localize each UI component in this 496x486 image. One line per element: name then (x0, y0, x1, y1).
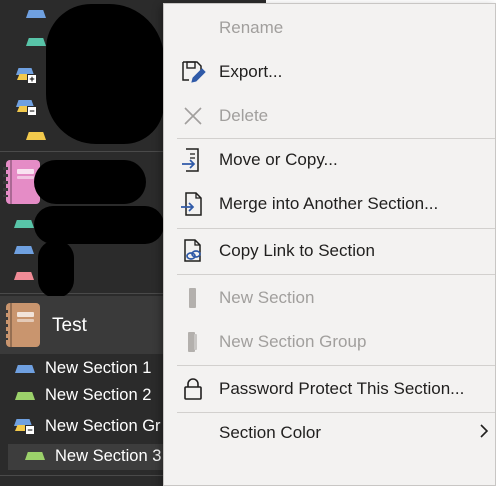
new-section-group-icon (180, 329, 206, 355)
section-tab-icon (14, 272, 34, 280)
menu-item-label: Delete (219, 106, 269, 125)
section-label: New Section 2 (45, 386, 152, 404)
export-icon (180, 59, 206, 85)
section-group-label: New Section Gr (45, 417, 161, 435)
section-group-icon: − (16, 100, 38, 116)
menu-item-label: Password Protect This Section... (219, 379, 465, 398)
delete-x-icon (180, 103, 206, 129)
redaction-mark (34, 206, 164, 244)
notebook-icon (3, 303, 40, 347)
menu-item-password-protect[interactable]: Password Protect This Section... (164, 367, 495, 409)
move-copy-icon (180, 147, 206, 173)
menu-item-section-color[interactable]: Section Color (164, 411, 495, 453)
menu-item-export[interactable]: Export... (164, 50, 495, 92)
menu-item-rename[interactable]: Rename (164, 6, 495, 48)
section-context-menu: Rename Export... Delete Move or Copy... … (163, 3, 496, 486)
menu-item-label: New Section (219, 288, 315, 307)
menu-item-merge[interactable]: Merge into Another Section... (164, 182, 495, 224)
chevron-right-icon (479, 423, 489, 444)
redaction-mark (46, 4, 164, 144)
section-label: New Section 1 (45, 359, 152, 377)
menu-item-label: Merge into Another Section... (219, 194, 439, 213)
menu-item-copy-link[interactable]: Copy Link to Section (164, 229, 495, 271)
menu-item-label: Export... (219, 62, 283, 81)
section-tab-icon (14, 220, 34, 228)
lock-icon (180, 376, 206, 402)
menu-item-delete[interactable]: Delete (164, 94, 495, 136)
menu-item-move-or-copy[interactable]: Move or Copy... (164, 138, 495, 180)
section-tab-icon (25, 452, 45, 460)
section-tab-icon (15, 392, 35, 400)
new-section-icon (180, 285, 206, 311)
section-tab-icon (15, 365, 35, 373)
link-icon (180, 238, 206, 264)
section-tab-icon (26, 10, 46, 18)
section-tab-icon (26, 38, 46, 46)
section-group-icon: + (16, 68, 38, 84)
redaction-mark (34, 160, 146, 204)
section-label: New Section 3 (55, 447, 162, 465)
menu-item-new-section[interactable]: New Section (164, 276, 495, 318)
merge-icon (180, 191, 206, 217)
menu-item-label: Move or Copy... (219, 150, 338, 169)
menu-item-label: New Section Group (219, 332, 367, 351)
menu-item-new-section-group[interactable]: New Section Group (164, 320, 495, 362)
section-group-icon: − (14, 419, 36, 435)
notebook-name: Test (52, 315, 87, 336)
section-tab-icon (26, 132, 46, 140)
menu-item-label: Rename (219, 18, 284, 37)
menu-item-label: Section Color (219, 423, 322, 442)
section-tab-icon (14, 246, 34, 254)
menu-item-label: Copy Link to Section (219, 241, 375, 260)
redaction-mark (38, 240, 74, 298)
